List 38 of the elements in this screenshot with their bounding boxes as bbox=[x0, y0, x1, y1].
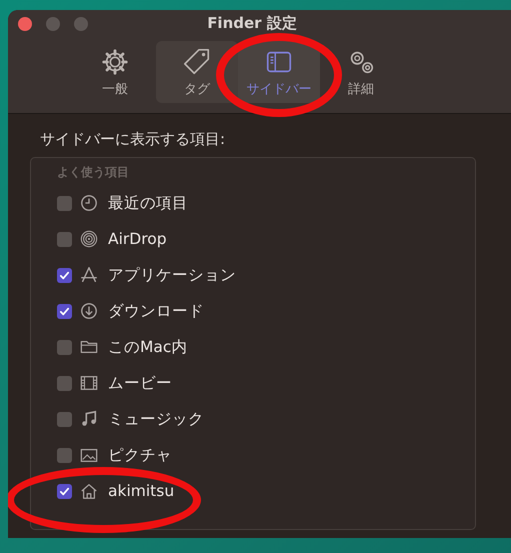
tag-icon bbox=[182, 46, 212, 76]
app-store-icon bbox=[80, 266, 98, 284]
music-note-icon bbox=[80, 410, 98, 428]
clock-icon bbox=[80, 194, 98, 212]
checkbox[interactable] bbox=[57, 340, 72, 354]
checkbox[interactable] bbox=[57, 448, 72, 462]
toolbar-tab[interactable]: タグ bbox=[156, 41, 238, 103]
sidebar-item-label: ムービー bbox=[108, 372, 172, 394]
sidebar-item-label: アプリケーション bbox=[108, 264, 236, 286]
checkbox[interactable] bbox=[57, 196, 72, 210]
sidebar-item-label: akimitsu bbox=[108, 482, 174, 500]
sidebar-item-label: AirDrop bbox=[108, 230, 167, 248]
sidebar-item-label: 最近の項目 bbox=[108, 192, 188, 214]
section-label: サイドバーに表示する項目: bbox=[40, 130, 226, 149]
home-icon bbox=[80, 482, 98, 500]
photo-icon bbox=[80, 446, 98, 464]
minimize-button[interactable] bbox=[46, 17, 60, 31]
zoom-button[interactable] bbox=[74, 17, 88, 31]
sidebar-item-label: このMac内 bbox=[108, 336, 188, 358]
airdrop-icon bbox=[80, 230, 98, 248]
film-icon bbox=[80, 374, 98, 392]
gear-icon bbox=[100, 46, 130, 76]
group-header: よく使う項目 bbox=[56, 164, 130, 181]
close-button[interactable] bbox=[18, 17, 32, 31]
checkbox[interactable] bbox=[57, 304, 72, 318]
toolbar-tab[interactable]: 詳細 bbox=[320, 41, 402, 103]
checkbox[interactable] bbox=[57, 412, 72, 426]
checkbox[interactable] bbox=[57, 376, 72, 390]
checkbox[interactable] bbox=[57, 268, 72, 282]
checkbox[interactable] bbox=[57, 484, 72, 498]
window-title: Finder 設定 bbox=[207, 14, 297, 33]
folder-icon bbox=[80, 338, 98, 356]
sidebar-item-label: ピクチャ bbox=[108, 444, 172, 466]
toolbar-tab[interactable]: 一般 bbox=[74, 41, 156, 103]
download-icon bbox=[80, 302, 98, 320]
sidebar-item-label: ダウンロード bbox=[108, 300, 204, 322]
sidebar-item-label: ミュージック bbox=[108, 408, 204, 430]
checkbox[interactable] bbox=[57, 232, 72, 246]
